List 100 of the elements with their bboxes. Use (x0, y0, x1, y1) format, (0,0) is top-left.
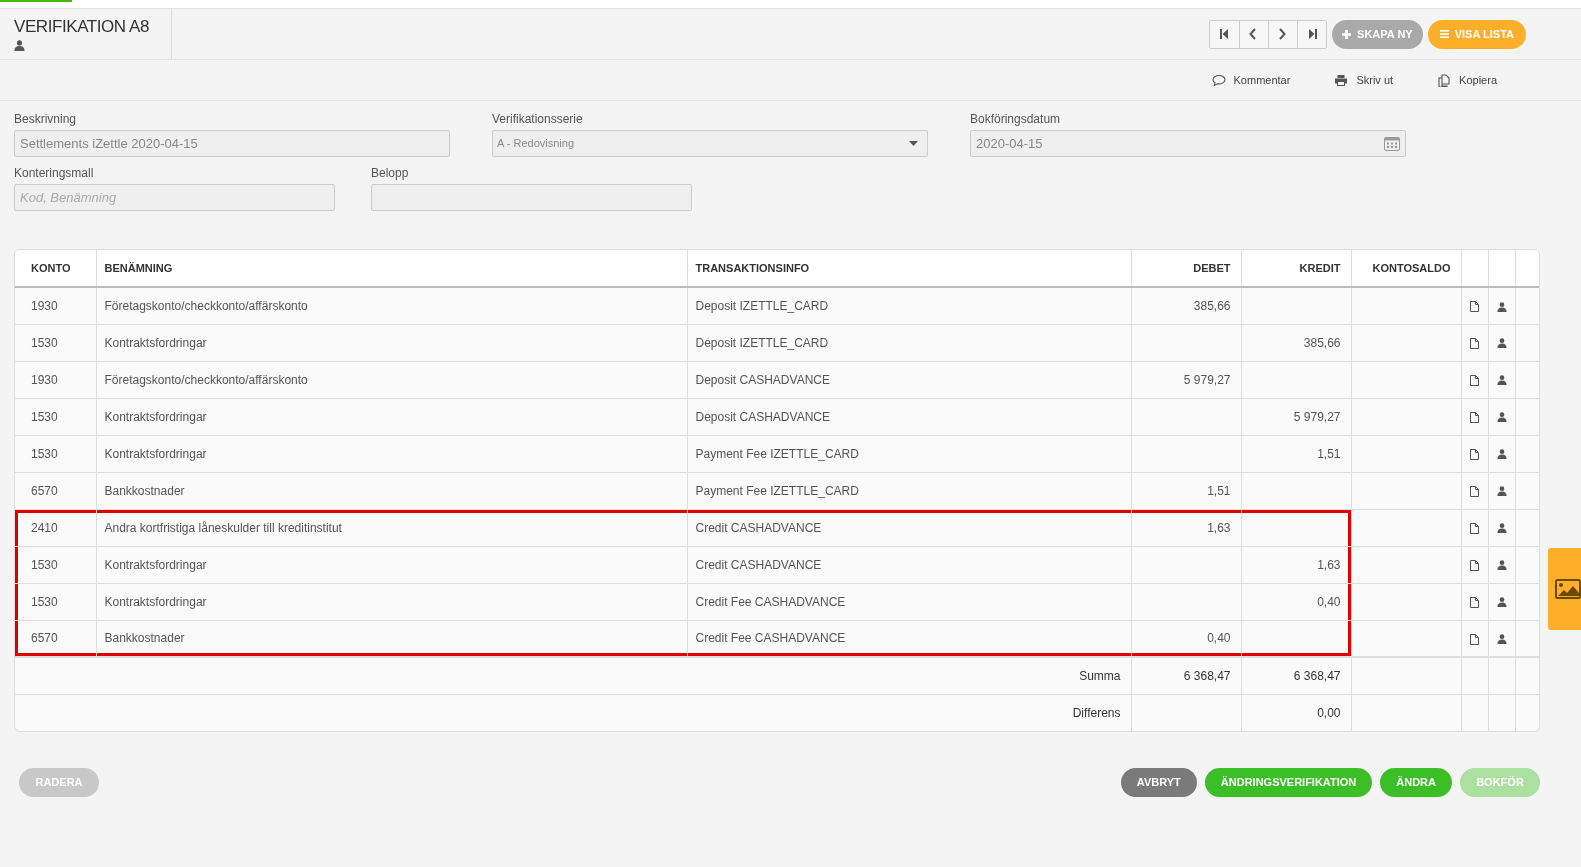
user-icon[interactable] (1496, 412, 1507, 423)
user-icon[interactable] (1496, 486, 1507, 497)
plus-icon (1342, 29, 1352, 39)
transaction-info-cell: Deposit CASHADVANCE (695, 372, 830, 387)
column-header[interactable]: KREDIT (1241, 250, 1351, 287)
user-icon[interactable] (1496, 449, 1507, 460)
credit-total: 0,00 (1317, 705, 1341, 720)
field-label: Beskrivning (14, 111, 78, 128)
credit-cell: 1,51 (1317, 446, 1341, 461)
document-icon[interactable] (1470, 522, 1479, 534)
document-icon[interactable] (1470, 411, 1479, 423)
field-label: Konteringsmall (14, 165, 95, 182)
credit-total: 6 368,47 (1293, 668, 1341, 683)
column-header[interactable]: TRANSAKTIONSINFO (687, 250, 1131, 287)
first-page-icon (1218, 28, 1231, 40)
side-tab[interactable] (1548, 548, 1581, 630)
field-label: Bokföringsdatum (970, 111, 1062, 128)
speech-bubble-icon (1211, 73, 1226, 87)
menu-icon (1439, 30, 1449, 38)
account-cell: 2410 (15, 509, 96, 546)
field-label: Verifikationsserie (492, 111, 584, 128)
print-button[interactable]: Skriv ut (1334, 71, 1394, 89)
user-icon (14, 40, 25, 51)
document-icon[interactable] (1470, 485, 1479, 497)
account-cell: 6570 (15, 620, 96, 657)
account-cell: 1530 (15, 324, 96, 361)
transaction-info-cell: Credit Fee CASHADVANCE (695, 594, 846, 609)
credit-cell: 5 979,27 (1293, 409, 1341, 424)
account-name-cell: Kontraktsfordringar (104, 557, 207, 572)
account-name-cell: Kontraktsfordringar (104, 594, 207, 609)
amount-field[interactable] (371, 184, 692, 211)
printer-icon (1334, 73, 1349, 87)
user-icon[interactable] (1496, 597, 1507, 608)
account-name-cell: Företagskonto/checkkonto/affärskonto (104, 372, 308, 387)
credit-cell: 1,63 (1317, 557, 1341, 572)
credit-cell: 0,40 (1317, 594, 1341, 609)
debit-cell: 1,51 (1207, 483, 1231, 498)
debit-cell: 1,63 (1207, 520, 1231, 535)
transaction-info-cell: Credit CASHADVANCE (695, 520, 822, 535)
image-icon (1555, 579, 1581, 599)
document-icon[interactable] (1470, 301, 1479, 313)
debit-cell: 5 979,27 (1183, 372, 1231, 387)
series-dropdown[interactable]: A - Redovisning (492, 130, 928, 157)
description-field[interactable]: Settlements iZettle 2020-04-15 (14, 130, 450, 157)
account-cell: 1530 (15, 435, 96, 472)
last-page-icon (1306, 28, 1319, 40)
user-icon[interactable] (1496, 523, 1507, 534)
account-name-cell: Kontraktsfordringar (104, 446, 207, 461)
document-icon[interactable] (1470, 448, 1479, 460)
document-icon[interactable] (1470, 596, 1479, 608)
column-header[interactable]: KONTO (15, 250, 96, 287)
transaction-info-cell: Credit Fee CASHADVANCE (695, 631, 846, 646)
date-field[interactable]: 2020-04-15 (970, 130, 1406, 157)
cancel-button[interactable]: AVBRYT (1120, 768, 1197, 797)
user-icon[interactable] (1496, 338, 1507, 349)
account-name-cell: Bankkostnader (104, 483, 185, 498)
account-name-cell: Andra kortfristiga låneskulder till kreditinstitut (104, 520, 342, 535)
total-label: Summa (1079, 668, 1121, 683)
total-label: Differens (1072, 705, 1121, 720)
user-icon[interactable] (1496, 560, 1507, 571)
debit-cell: 385,66 (1193, 298, 1231, 313)
transaction-info-cell: Credit CASHADVANCE (695, 557, 822, 572)
user-icon[interactable] (1496, 301, 1507, 312)
transaction-info-cell: Deposit IZETTLE_CARD (695, 298, 829, 313)
copy-button[interactable]: Kopiera (1437, 71, 1497, 89)
account-name-cell: Kontraktsfordringar (104, 409, 207, 424)
comment-button[interactable]: Kommentar (1211, 71, 1291, 89)
account-name-cell: Kontraktsfordringar (104, 335, 207, 350)
action-button[interactable]: ÄNDRA (1380, 768, 1452, 797)
column-header[interactable]: KONTOSALDO (1351, 250, 1461, 287)
page-title: VERIFIKATION A8 (14, 17, 150, 37)
document-icon[interactable] (1470, 633, 1479, 645)
document-icon[interactable] (1470, 559, 1479, 571)
account-name-cell: Bankkostnader (104, 631, 185, 646)
account-cell: 1530 (15, 398, 96, 435)
account-cell: 1530 (15, 583, 96, 620)
create-new-button[interactable]: SKAPA NY (1332, 19, 1423, 49)
action-button[interactable]: ÄNDRINGSVERIFIKATION (1204, 768, 1373, 797)
transaction-info-cell: Payment Fee IZETTLE_CARD (695, 483, 859, 498)
user-icon[interactable] (1496, 634, 1507, 645)
credit-cell: 385,66 (1303, 335, 1341, 350)
document-icon[interactable] (1470, 374, 1479, 386)
debit-cell: 0,40 (1207, 631, 1231, 646)
transaction-info-cell: Deposit IZETTLE_CARD (695, 335, 829, 350)
transaction-info-cell: Payment Fee IZETTLE_CARD (695, 446, 859, 461)
account-cell: 6570 (15, 472, 96, 509)
calendar-icon (1384, 136, 1400, 151)
user-icon[interactable] (1496, 375, 1507, 386)
transaction-info-cell: Deposit CASHADVANCE (695, 409, 830, 424)
account-name-cell: Företagskonto/checkkonto/affärskonto (104, 298, 308, 313)
column-header[interactable]: BENÄMNING (96, 250, 687, 287)
account-cell: 1930 (15, 361, 96, 398)
account-cell: 1930 (15, 287, 96, 324)
copy-icon (1437, 73, 1452, 87)
document-icon[interactable] (1470, 337, 1479, 349)
account-cell: 1530 (15, 546, 96, 583)
field-label: Belopp (371, 165, 410, 182)
column-header[interactable]: DEBET (1131, 250, 1241, 287)
debit-total: 6 368,47 (1183, 668, 1231, 683)
template-field[interactable]: Kod, Benämning (14, 184, 335, 211)
